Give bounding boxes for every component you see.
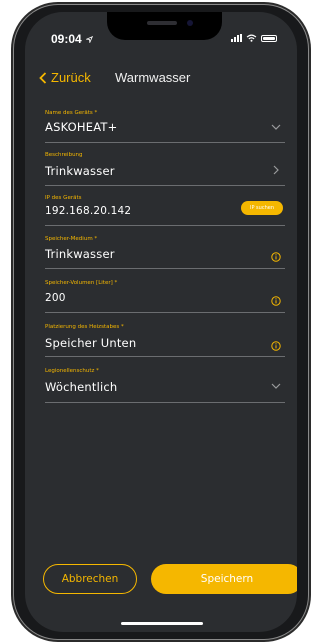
wifi-icon: [246, 34, 257, 42]
info-icon[interactable]: [271, 296, 281, 306]
heater-placement-field[interactable]: Platzierung des Heizstabes * Speicher Un…: [45, 324, 285, 357]
field-value: 200: [45, 292, 66, 304]
status-icons: [231, 34, 277, 42]
chevron-down-icon: [271, 383, 281, 389]
page-title: Warmwasser: [115, 70, 191, 85]
legionella-protection-field[interactable]: Legionellenschutz * Wöchentlich: [45, 368, 285, 403]
field-value: 192.168.20.142: [45, 205, 132, 217]
field-label: Beschreibung: [45, 152, 83, 158]
field-value: Trinkwasser: [45, 164, 115, 178]
location-arrow-icon: [85, 35, 94, 44]
field-label: Speicher-Medium *: [45, 236, 98, 242]
chevron-left-icon: [39, 71, 47, 84]
signal-icon: [231, 34, 242, 42]
field-label: Speicher-Volumen [Liter] *: [45, 280, 118, 286]
back-button[interactable]: Zurück: [39, 70, 91, 85]
field-label: Platzierung des Heizstabes *: [45, 324, 124, 330]
device-name-field[interactable]: Name des Geräts * ASKOHEAT+: [45, 110, 285, 143]
description-field[interactable]: Beschreibung Trinkwasser: [45, 152, 285, 186]
chevron-down-icon: [271, 124, 281, 130]
nav-bar: Zurück Warmwasser: [25, 62, 297, 92]
field-value: Wöchentlich: [45, 380, 118, 394]
field-value: Speicher Unten: [45, 336, 137, 350]
field-label: Name des Geräts *: [45, 110, 98, 116]
notch: [107, 12, 222, 40]
storage-medium-field[interactable]: Speicher-Medium * Trinkwasser: [45, 236, 285, 269]
form-footer: Abbrechen Speichern: [25, 562, 297, 612]
app-screen: 09:04 Zurück Warmwasser Name des Geräts …: [25, 12, 297, 632]
front-camera: [187, 20, 193, 26]
storage-volume-field[interactable]: Speicher-Volumen [Liter] * 200: [45, 280, 285, 313]
ip-field[interactable]: IP des Geräts 192.168.20.142 IP suchen: [45, 195, 285, 226]
field-value: Trinkwasser: [45, 247, 115, 261]
info-icon[interactable]: [271, 341, 281, 351]
back-label: Zurück: [51, 70, 91, 85]
battery-icon: [261, 34, 277, 42]
field-label: IP des Geräts: [45, 195, 82, 201]
status-time: 09:04: [51, 32, 94, 46]
speaker: [147, 21, 177, 25]
field-value: ASKOHEAT+: [45, 120, 118, 134]
save-button[interactable]: Speichern: [151, 564, 297, 594]
cancel-button[interactable]: Abbrechen: [43, 564, 137, 594]
home-indicator[interactable]: [121, 622, 203, 625]
info-icon[interactable]: [271, 252, 281, 262]
ip-search-button[interactable]: IP suchen: [240, 201, 283, 215]
chevron-right-icon: [273, 165, 279, 175]
field-label: Legionellenschutz *: [45, 368, 99, 374]
